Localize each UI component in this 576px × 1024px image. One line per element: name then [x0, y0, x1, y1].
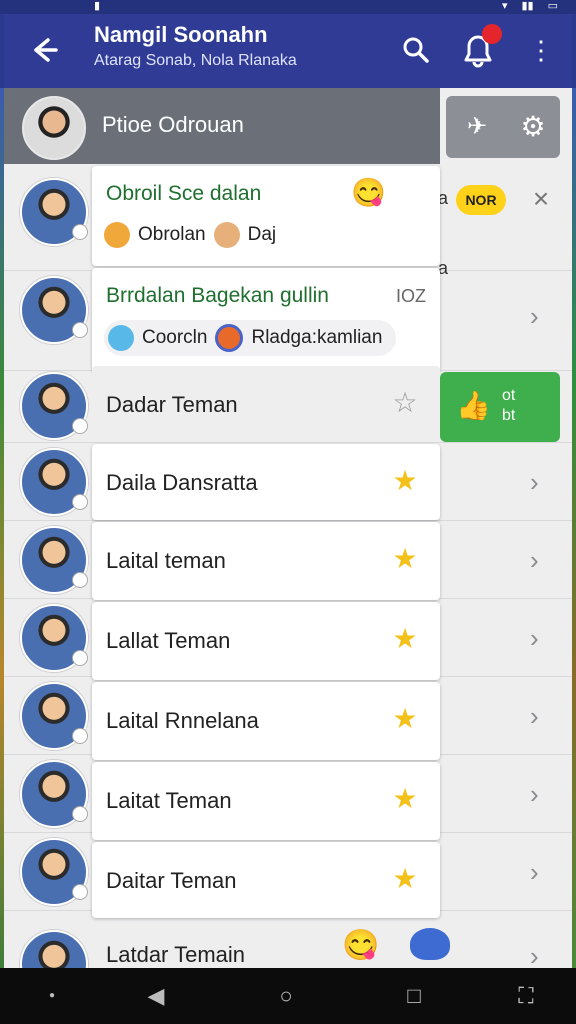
card-pill-label: Coorcln: [142, 327, 208, 348]
nav-accessibility-icon[interactable]: ⛶: [510, 980, 542, 1012]
signal-icon: ▮▮: [521, 0, 534, 12]
chevron-right-icon: ›: [530, 941, 539, 968]
battery-icon: ▭: [547, 0, 558, 12]
search-icon[interactable]: [398, 32, 434, 68]
status-badge: NOR: [456, 185, 506, 215]
chevron-right-icon: ›: [530, 779, 539, 809]
page-subtitle: Atarag Sonab, Nola Rlanaka: [94, 52, 297, 69]
star-icon[interactable]: ★: [390, 466, 420, 496]
star-icon[interactable]: ★: [390, 704, 420, 734]
chevron-right-icon: ›: [530, 301, 539, 331]
nav-recents-icon[interactable]: □: [398, 980, 430, 1012]
avatar: [20, 604, 88, 672]
nav-home-icon[interactable]: ○: [270, 980, 302, 1012]
avatar: [20, 682, 88, 750]
thumbs-up-icon: 👍: [456, 390, 491, 421]
card-title: Obroil Sce dalan: [106, 182, 262, 205]
chat-card[interactable]: Obroil Sce dalan 😋 Obrolan Daj: [92, 166, 440, 266]
more-vert-icon[interactable]: ⋮: [528, 32, 554, 68]
emoji-icon: 😋: [351, 177, 386, 208]
system-nav-bar: ● ◀ ○ □ ⛶: [0, 968, 576, 1024]
menu-item[interactable]: Dadar Teman ☆: [92, 366, 440, 442]
avatar: [20, 760, 88, 828]
chevron-right-icon: ›: [530, 623, 539, 653]
menu-item[interactable]: Laitat Teman ★: [92, 762, 440, 840]
profile-header[interactable]: Ptioe Odrouan: [4, 88, 440, 164]
star-outline-icon[interactable]: ☆: [390, 388, 420, 418]
status-bar-icon: ▮: [94, 0, 101, 12]
main-content: › › › › › › › Latdar Temain › a NOR × a …: [4, 88, 572, 968]
emoji-icon: [104, 222, 130, 248]
list-item[interactable]: Latdar Temain ›: [4, 910, 572, 968]
app-bar: Namgil Soonahn Atarag Sonab, Nola Rlanak…: [4, 14, 572, 88]
card-title: Brrdalan Bagekan gullin: [106, 284, 329, 307]
avatar-icon: [410, 928, 450, 960]
chat-card[interactable]: Brrdalan Bagekan gullin IOZ Coorcln Rlad…: [92, 268, 440, 372]
menu-item-label: Laital teman: [106, 548, 226, 573]
menu-item-label: Laital Rnnelana: [106, 708, 259, 733]
menu-item-label: Laitat Teman: [106, 788, 232, 813]
person-icon: [213, 222, 240, 248]
avatar: [20, 838, 88, 906]
avatar: [20, 276, 88, 344]
nav-back-icon[interactable]: ◀: [140, 980, 172, 1012]
menu-item[interactable]: Daitar Teman ★: [92, 842, 440, 918]
emoji-icon: 😋: [342, 929, 380, 962]
avatar: [20, 448, 88, 516]
card-suffix: IOZ: [396, 286, 426, 306]
card-pill-label: Obrolan: [138, 224, 206, 245]
emoji-icon: [108, 325, 134, 351]
header-actions: ✈ ⚙: [446, 96, 560, 158]
app-icon: [215, 324, 244, 352]
nav-dot-icon[interactable]: ●: [36, 980, 68, 1012]
status-bar: ▮ ▾ ▮▮ ▭: [0, 0, 576, 14]
star-icon[interactable]: ★: [390, 544, 420, 574]
pin-icon[interactable]: ✈: [460, 112, 494, 142]
chevron-right-icon: ›: [530, 857, 539, 887]
chevron-right-icon: ›: [530, 545, 539, 575]
card-pill-label: Daj: [247, 224, 277, 245]
like-card-line: bt: [502, 407, 516, 424]
card-pill-row: Obrolan Daj: [104, 222, 276, 248]
back-arrow-icon[interactable]: [26, 32, 62, 68]
menu-item-label: Dadar Teman: [106, 392, 238, 417]
page-title: Namgil Soonahn: [94, 22, 268, 47]
avatar: [20, 930, 88, 968]
avatar: [20, 372, 88, 440]
menu-item[interactable]: Lallat Teman ★: [92, 602, 440, 680]
wifi-icon: ▾: [501, 0, 508, 12]
menu-item-label: Daila Dansratta: [106, 470, 258, 495]
star-icon[interactable]: ★: [390, 624, 420, 654]
gear-icon[interactable]: ⚙: [516, 110, 550, 144]
star-icon[interactable]: ★: [390, 864, 420, 894]
menu-item[interactable]: Laital Rnnelana ★: [92, 682, 440, 760]
notification-dot: [482, 24, 502, 44]
close-icon[interactable]: ×: [526, 184, 556, 214]
avatar: [20, 178, 88, 246]
profile-avatar: [22, 96, 86, 160]
like-card-line: ot: [502, 387, 516, 404]
menu-item-label: Daitar Teman: [106, 868, 237, 893]
profile-name: Ptioe Odrouan: [102, 112, 244, 137]
star-icon[interactable]: ★: [390, 784, 420, 814]
menu-item[interactable]: Daila Dansratta ★: [92, 444, 440, 520]
list-item-label: Latdar Temain: [106, 942, 246, 967]
chevron-right-icon: ›: [530, 701, 539, 731]
chevron-right-icon: ›: [530, 467, 539, 497]
menu-item[interactable]: Laital teman ★: [92, 522, 440, 600]
card-pill-row: Coorcln Rladga:kamlian: [104, 320, 397, 356]
card-pill-label: Rladga:kamlian: [251, 327, 383, 348]
like-card[interactable]: 👍 ot bt: [440, 372, 560, 442]
avatar: [20, 526, 88, 594]
menu-item-label: Lallat Teman: [106, 628, 231, 653]
